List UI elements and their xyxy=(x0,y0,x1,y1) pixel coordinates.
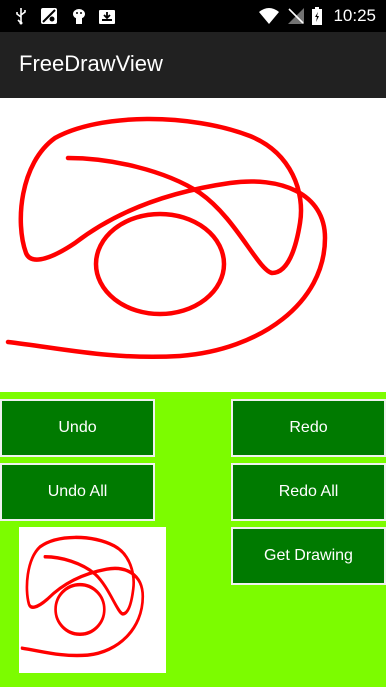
no-sim-icon xyxy=(287,7,305,25)
drawing-preview xyxy=(19,527,166,673)
get-drawing-button[interactable]: Get Drawing xyxy=(231,527,386,585)
battery-icon xyxy=(311,7,323,25)
wifi-icon xyxy=(258,7,280,25)
usb-icon xyxy=(12,7,30,25)
freehand-stroke xyxy=(5,116,328,360)
inbox-download-icon xyxy=(98,7,116,25)
undo-all-button[interactable]: Undo All xyxy=(0,463,155,521)
status-bar: 10:25 xyxy=(0,0,386,32)
preview-strokes xyxy=(20,535,145,658)
redo-all-button[interactable]: Redo All xyxy=(231,463,386,521)
clock: 10:25 xyxy=(333,6,376,25)
undo-button[interactable]: Undo xyxy=(0,399,155,457)
android-debug-icon xyxy=(70,7,88,25)
freehand-loop xyxy=(93,211,227,317)
preview-stroke xyxy=(20,535,145,658)
redo-button[interactable]: Redo xyxy=(231,399,386,457)
drawing-strokes xyxy=(5,116,328,360)
app-bar: FreeDrawView xyxy=(0,32,386,98)
maps-icon xyxy=(40,7,58,25)
preview-loop xyxy=(54,582,106,637)
draw-canvas[interactable] xyxy=(0,98,386,392)
app-title: FreeDrawView xyxy=(19,51,163,76)
